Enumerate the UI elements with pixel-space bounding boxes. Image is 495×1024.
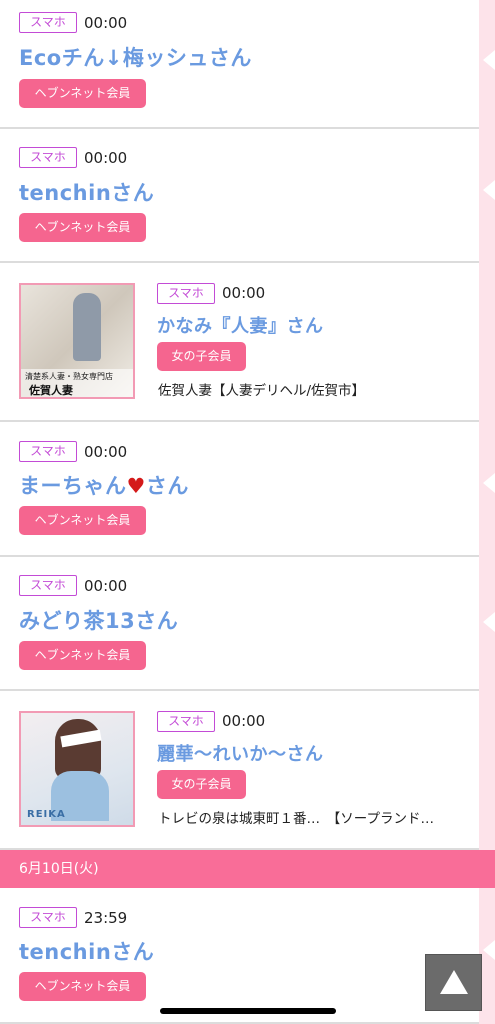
list-item[interactable]: 清楚系人妻・熟女専門店 佐賀人妻 スマホ 00:00 かなみ『人妻』さん 女の子… xyxy=(0,263,479,422)
list-item[interactable]: スマホ 00:00 まーちゃん♥さん ヘブンネット会員 xyxy=(0,422,479,557)
shop-name[interactable]: トレビの泉は城東町１番… 【ソープランド… xyxy=(158,807,474,827)
device-badge: スマホ xyxy=(19,907,77,928)
post-time: 00:00 xyxy=(84,149,128,167)
device-badge: スマホ xyxy=(19,441,77,462)
device-badge: スマホ xyxy=(19,147,77,168)
post-time: 00:00 xyxy=(84,577,128,595)
model-figure xyxy=(55,719,101,779)
device-badge: スマホ xyxy=(19,575,77,596)
post-time: 23:59 xyxy=(84,909,128,927)
scroll-to-top-button[interactable] xyxy=(425,954,482,1011)
member-badge: ヘブンネット会員 xyxy=(19,972,146,1001)
list-item[interactable]: スマホ 00:00 みどり茶13さん ヘブンネット会員 xyxy=(0,557,479,691)
date-label: 6月10日(火) xyxy=(19,861,99,877)
list-item[interactable]: REIKA スマホ 00:00 麗華〜れいか〜さん 女の子会員 トレビの泉は城東… xyxy=(0,691,479,850)
member-badge: ヘブンネット会員 xyxy=(19,79,146,108)
post-time: 00:00 xyxy=(222,712,266,730)
post-time: 00:00 xyxy=(222,284,266,302)
user-name[interactable]: tenchinさん xyxy=(19,936,154,966)
home-indicator[interactable] xyxy=(160,1008,336,1014)
model-figure xyxy=(73,293,101,361)
list-item[interactable]: スマホ 23:59 tenchinさん ヘブンネット会員 xyxy=(0,888,479,1024)
device-badge: スマホ xyxy=(157,711,215,732)
thumb-logo-text: REIKA xyxy=(27,809,66,820)
shop-name[interactable]: 佐賀人妻【人妻デリヘル/佐賀市】 xyxy=(158,379,474,399)
user-name-suffix: さん xyxy=(145,474,189,498)
member-badge: 女の子会員 xyxy=(157,770,246,799)
user-name[interactable]: tenchinさん xyxy=(19,177,154,207)
user-name[interactable]: かなみ『人妻』さん xyxy=(157,312,324,338)
date-section-header: 6月10日(火) xyxy=(0,850,495,888)
profile-thumbnail[interactable]: 清楚系人妻・熟女専門店 佐賀人妻 xyxy=(19,283,135,399)
user-name[interactable]: まーちゃん♥さん xyxy=(19,470,189,500)
list-item[interactable]: スマホ 00:00 Ecoチん↓梅ッシュさん ヘブンネット会員 xyxy=(0,0,479,129)
heart-icon: ♥ xyxy=(126,474,146,498)
profile-thumbnail[interactable]: REIKA xyxy=(19,711,135,827)
thumb-logo-text: 佐賀人妻 xyxy=(29,384,73,397)
user-name[interactable]: みどり茶13さん xyxy=(19,605,178,635)
device-badge: スマホ xyxy=(19,12,77,33)
post-time: 00:00 xyxy=(84,443,128,461)
user-name-text: まーちゃん xyxy=(19,474,127,498)
member-badge: ヘブンネット会員 xyxy=(19,641,146,670)
user-name[interactable]: Ecoチん↓梅ッシュさん xyxy=(19,42,252,72)
post-time: 00:00 xyxy=(84,14,128,32)
thumb-caption: 清楚系人妻・熟女専門店 xyxy=(25,372,113,381)
list-item[interactable]: スマホ 00:00 tenchinさん ヘブンネット会員 xyxy=(0,129,479,263)
member-badge: 女の子会員 xyxy=(157,342,246,371)
user-name[interactable]: 麗華〜れいか〜さん xyxy=(157,740,324,766)
triangle-up-icon xyxy=(440,970,468,994)
member-badge: ヘブンネット会員 xyxy=(19,213,146,242)
device-badge: スマホ xyxy=(157,283,215,304)
member-badge: ヘブンネット会員 xyxy=(19,506,146,535)
